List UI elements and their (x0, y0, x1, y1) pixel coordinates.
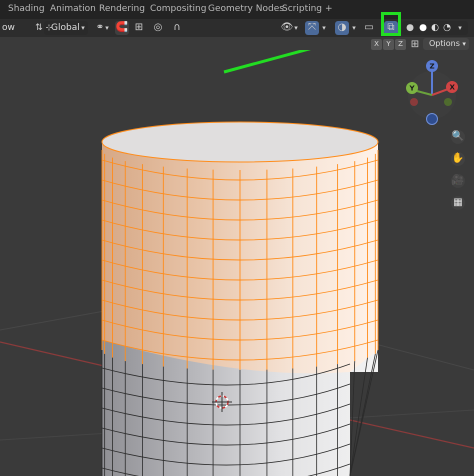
tab-scripting[interactable]: Scripting (282, 0, 322, 19)
navigation-gizmo[interactable]: Z X Y (406, 60, 458, 125)
mirror-z-toggle[interactable]: Z (395, 39, 406, 50)
options-dropdown[interactable]: Options ▾ (423, 38, 469, 50)
tab-shading[interactable]: Shading (8, 0, 45, 19)
mirror-y-toggle[interactable]: Y (383, 39, 394, 50)
tab-rendering[interactable]: Rendering (99, 0, 145, 19)
gizmo-z-label: Z (430, 63, 435, 71)
tab-geometry-nodes[interactable]: Geometry Nodes (208, 0, 284, 19)
gizmo-neg-x[interactable] (410, 98, 418, 106)
grid-icon[interactable]: ▦ (451, 196, 465, 210)
x-axis-line-right (349, 419, 474, 449)
chevron-down-icon: ▾ (294, 24, 298, 32)
wireframe-shading-icon[interactable]: ● (404, 19, 416, 37)
viewport-3d[interactable]: Z X Y (0, 50, 474, 476)
view-menu[interactable]: ow (2, 19, 15, 37)
mirror-x-toggle[interactable]: X (371, 39, 382, 50)
add-workspace-button[interactable]: + (325, 0, 333, 19)
cylinder-top-cap (101, 121, 379, 163)
overlays-icon: ◑ (337, 22, 347, 33)
zoom-icon[interactable]: 🔍 (451, 130, 465, 144)
viewport-header: ow ⇅ ⊹ Global ▾ ⚭ ▾ 🧲 ⊞ ◎ ∩ 👁 ▾ ⤧ ▾ ◑ ▾ … (0, 19, 474, 37)
gizmo-neg-z[interactable] (426, 113, 438, 125)
workspace-tab-bar: Shading Animation Rendering Compositing … (0, 0, 474, 19)
gizmo-neg-y[interactable] (444, 98, 452, 106)
mesh-edit-overlay-icon[interactable]: ▭ (362, 19, 376, 37)
gizmo-arrows-icon: ⤧ (308, 22, 316, 33)
highlight-box (381, 12, 401, 36)
gizmo-x-label: X (450, 84, 456, 92)
transform-orientation-label: Global (51, 23, 80, 33)
chevron-down-icon: ▾ (352, 24, 356, 32)
rendered-shading-icon[interactable]: ◔ (441, 19, 453, 37)
hand-icon[interactable]: ✋ (451, 152, 465, 166)
x-axis-line (0, 341, 105, 367)
material-preview-icon[interactable]: ◐ (429, 19, 441, 37)
tab-animation[interactable]: Animation (50, 0, 96, 19)
falloff-curve-icon[interactable]: ∩ (168, 19, 186, 37)
annotation-arrow (223, 50, 311, 74)
chevron-down-icon: ▾ (81, 24, 85, 32)
chevron-down-icon: ▾ (458, 24, 462, 32)
camera-icon[interactable]: 🎥 (451, 174, 465, 188)
tab-compositing[interactable]: Compositing (150, 0, 206, 19)
options-label: Options (429, 39, 460, 48)
chevron-down-icon: ▾ (322, 24, 326, 32)
snap-target-icon[interactable]: ⊞ (132, 19, 146, 37)
gizmo-y-label: Y (409, 85, 416, 93)
proportional-edit-icon[interactable]: ◎ (152, 19, 164, 37)
chevron-down-icon: ▾ (462, 40, 466, 48)
solid-shading-icon[interactable]: ● (417, 19, 429, 37)
chevron-down-icon: ▾ (105, 24, 109, 32)
magnet-icon: 🧲 (115, 22, 129, 33)
